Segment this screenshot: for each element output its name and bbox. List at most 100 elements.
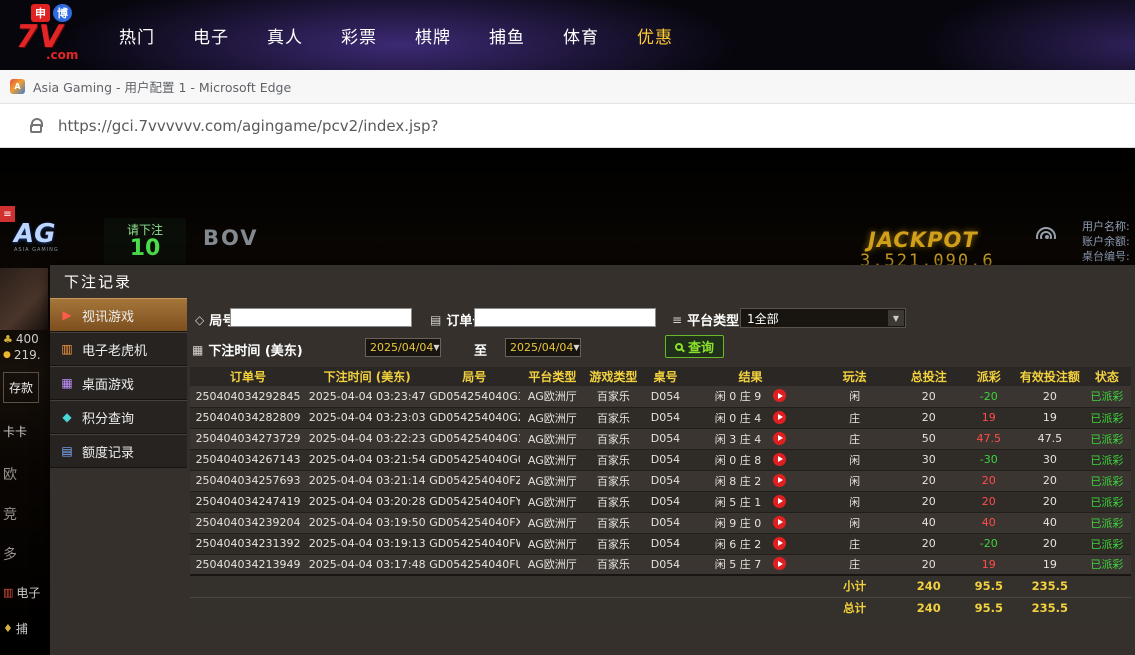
browser-title-bar: A Asia Gaming - 用户配置 1 - Microsoft Edge: [0, 70, 1135, 104]
table-row: 250404034247419 2025-04-04 03:20:28 GD0542…: [190, 491, 1131, 513]
address-bar[interactable]: https://gci.7vvvvvv.com/agingame/pcv2/in…: [0, 104, 1135, 148]
table-header-row: 订单号 下注时间 (美东) 局号 平台类型 游戏类型 桌号 结果 玩法 总投注 派彩 有效投注额 状态: [190, 367, 1131, 386]
replay-icon[interactable]: [773, 536, 787, 550]
lobby-strip-item[interactable]: ▥ 电子: [3, 584, 50, 601]
nav-item[interactable]: 体育: [544, 23, 618, 48]
lobby-strip-item[interactable]: 竞: [3, 504, 50, 524]
list-icon: ≡: [672, 312, 683, 327]
column-header: 平台类型: [520, 367, 585, 386]
search-button[interactable]: 查询: [665, 335, 725, 358]
bet-timer: 10: [129, 236, 161, 261]
search-icon: [675, 342, 683, 351]
lock-icon[interactable]: [30, 117, 43, 133]
dealer-thumbnail: [0, 268, 48, 330]
lobby-strip-item[interactable]: 欧: [3, 464, 50, 484]
chevron-down-icon: [573, 343, 579, 352]
column-header: 有效投注额: [1016, 367, 1083, 386]
modal-title: 下注记录: [64, 273, 133, 291]
user-info-label: 桌台编号:: [1082, 250, 1130, 263]
replay-icon[interactable]: [773, 389, 787, 403]
main-nav: 热门 电子 真人 彩票 棋牌 捕鱼 体育 优惠: [100, 0, 692, 70]
coin-icon: ●: [3, 350, 11, 360]
sidebar-item[interactable]: ▥ 电子老虎机: [50, 332, 187, 366]
round-number-input[interactable]: [230, 308, 412, 327]
points-icon: ◆: [62, 410, 72, 424]
studio-sign: BOV: [203, 226, 259, 250]
bet-timer-panel: 请下注 10: [104, 218, 186, 264]
chevron-down-icon: [433, 343, 439, 352]
column-header: 下注时间 (美东): [306, 367, 429, 386]
replay-icon[interactable]: [773, 515, 787, 529]
platform-type-label: ≡ 平台类型: [672, 312, 740, 330]
order-number-input[interactable]: [474, 308, 656, 327]
sidebar-item[interactable]: ▶ 视讯游戏: [50, 298, 187, 332]
replay-icon[interactable]: [773, 557, 787, 571]
sidebar-item[interactable]: ▦ 桌面游戏: [50, 366, 187, 400]
site-favicon: A: [10, 79, 25, 94]
tag-icon: ◇: [195, 312, 205, 327]
date-range-to-label: 至: [474, 344, 488, 359]
replay-icon[interactable]: [773, 410, 787, 424]
table-row: 250404034273729 2025-04-04 03:22:23 GD0542…: [190, 428, 1131, 450]
fish-icon: ♦: [3, 622, 13, 635]
replay-icon[interactable]: [773, 473, 787, 487]
table-row: 250404034282809 2025-04-04 03:23:03 GD0542…: [190, 407, 1131, 429]
promo-nav-bar: 申 博 7V .com 热门 电子 真人 彩票 棋牌 捕鱼 体育 优惠: [0, 0, 1135, 70]
table-row: 250404034213949 2025-04-04 03:17:48 GD0542…: [190, 554, 1131, 576]
nav-item[interactable]: 电子: [174, 23, 248, 48]
records-sidebar: ▶ 视讯游戏 ▥ 电子老虎机 ▦ 桌面游戏 ◆ 积分查询 ▤ 额度记录: [50, 298, 187, 468]
replay-icon[interactable]: [773, 494, 787, 508]
nav-item[interactable]: 彩票: [322, 23, 396, 48]
table-row: 250404034257693 2025-04-04 03:21:14 GD0542…: [190, 470, 1131, 492]
bet-records-table: 订单号 下注时间 (美东) 局号 平台类型 游戏类型 桌号 结果 玩法 总投注 派彩 有效投注额 状态…: [190, 367, 1131, 619]
column-header: 订单号: [190, 367, 307, 386]
bet-time-label: ▦ 下注时间 (美东): [192, 342, 303, 360]
column-header: 派彩: [960, 367, 1017, 386]
jackpot-label: JACKPOT: [868, 228, 978, 252]
table-row: 250404034231392 2025-04-04 03:19:13 GD0542…: [190, 533, 1131, 555]
table-games-icon: ▦: [61, 376, 73, 390]
nav-item[interactable]: 真人: [248, 23, 322, 48]
wifi-icon: [1036, 224, 1060, 239]
user-info-label: 用户名称:: [1082, 220, 1130, 233]
grand-total-row: 总计 240 95.5 235.5: [190, 596, 1131, 619]
nav-item[interactable]: 棋牌: [396, 23, 470, 48]
logo-suffix: .com: [46, 48, 79, 62]
column-header: 游戏类型: [584, 367, 643, 386]
lobby-strip-item[interactable]: 多: [3, 544, 50, 564]
nav-item[interactable]: 优惠: [618, 23, 692, 48]
sidebar-item[interactable]: ▤ 额度记录: [50, 434, 187, 468]
nav-item[interactable]: 捕鱼: [470, 23, 544, 48]
column-header: 结果: [688, 367, 813, 386]
table-row: 250404034292845 2025-04-04 03:23:47 GD0542…: [190, 386, 1131, 408]
user-info-label: 账户余额:: [1082, 235, 1130, 248]
subtotal-row: 小计 240 95.5 235.5: [190, 574, 1131, 597]
replay-icon[interactable]: [773, 452, 787, 466]
chevron-down-icon[interactable]: [888, 310, 904, 326]
user-info-panel: 用户名称: 账户余额: 桌台编号:: [1082, 219, 1135, 264]
calendar-icon: ▦: [192, 342, 204, 357]
bet-records-modal: 下注记录 ▶ 视讯游戏 ▥ 电子老虎机 ▦ 桌面游戏 ◆ 积分查询 ▤ 额度记录 ◇ 局号 ▤ 订…: [50, 265, 1135, 655]
date-to-picker[interactable]: 2025/04/04: [505, 338, 581, 357]
slot-icon: ▥: [3, 586, 14, 599]
slot-machine-icon: ▥: [61, 342, 73, 356]
lobby-left-strip: ♣ 400 ● 219. 存款 卡卡欧竞多 ▥ 电子 ♦ 捕: [3, 332, 50, 637]
club-icon: ♣: [3, 332, 13, 346]
video-icon: ▶: [62, 308, 72, 322]
ag-logo: AG ASIA GAMING: [14, 219, 59, 253]
site-logo[interactable]: 申 博 7V .com: [16, 4, 100, 62]
table-row: 250404034267143 2025-04-04 03:21:54 GD0542…: [190, 449, 1131, 471]
url-text[interactable]: https://gci.7vvvvvv.com/agingame/pcv2/in…: [58, 117, 438, 135]
lobby-strip-item[interactable]: ♦ 捕: [3, 620, 50, 637]
replay-icon[interactable]: [773, 431, 787, 445]
lobby-strip-item[interactable]: 卡卡: [3, 423, 50, 440]
platform-type-select[interactable]: 1全部: [740, 308, 906, 328]
nav-item[interactable]: 热门: [100, 23, 174, 48]
ledger-icon: ▤: [61, 444, 73, 458]
sidebar-item[interactable]: ◆ 积分查询: [50, 400, 187, 434]
menu-icon[interactable]: [0, 206, 15, 222]
date-from-picker[interactable]: 2025/04/04: [365, 338, 441, 357]
column-header: 桌号: [642, 367, 689, 386]
table-row: 250404034239204 2025-04-04 03:19:50 GD0542…: [190, 512, 1131, 534]
lobby-strip-item[interactable]: 存款: [3, 372, 39, 403]
